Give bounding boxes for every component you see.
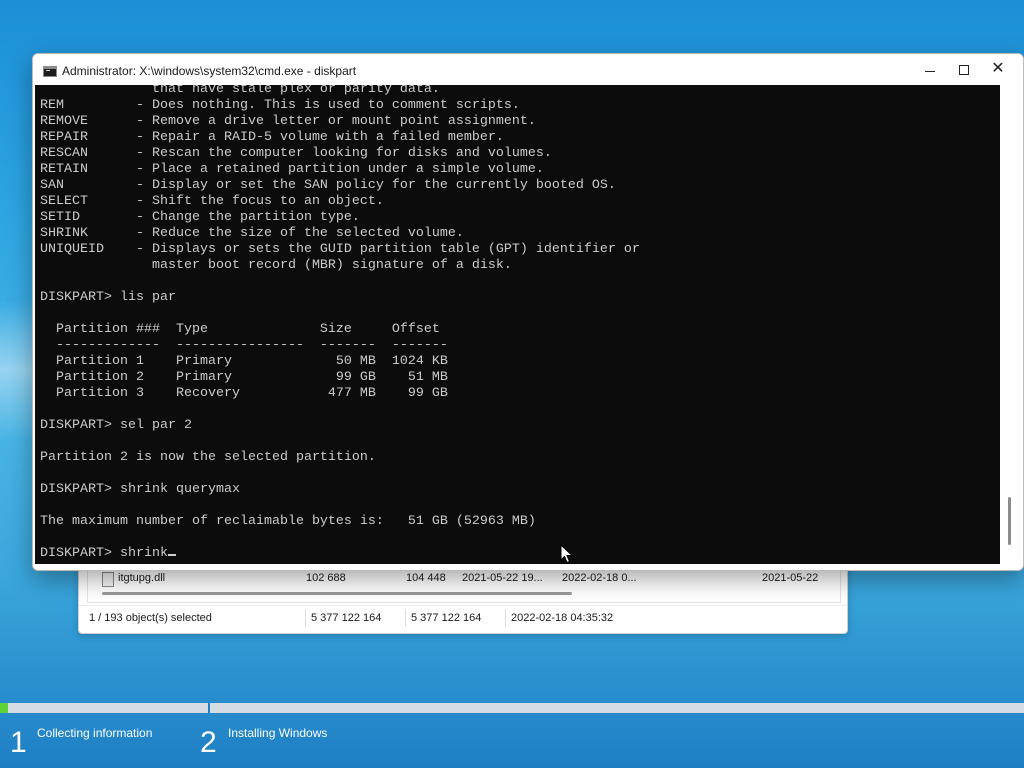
scrollbar-thumb[interactable] (1008, 497, 1011, 545)
progress-fill (0, 703, 8, 713)
setup-progress: 1 Collecting information 2 Installing Wi… (0, 700, 1024, 768)
console-line: master boot record (MBR) signature of a … (151, 258, 512, 273)
close-button[interactable]: ✕ (981, 54, 1015, 85)
file-modified: 2022-02-18 0... (562, 572, 637, 584)
step-number: 2 (200, 726, 217, 759)
console-line: SELECT - Shift the focus to an object. (40, 194, 384, 209)
console-line: DISKPART> lis par (40, 290, 176, 305)
status-size: 5 377 122 164 (311, 612, 382, 624)
vertical-scrollbar[interactable] (1001, 85, 1019, 564)
status-modified: 2022-02-18 04:35:32 (511, 612, 614, 624)
step-label: Installing Windows (228, 726, 328, 740)
status-bar: 1 / 193 object(s) selected 5 377 122 164… (79, 605, 847, 632)
console-line: that have stale plex or parity data. (151, 85, 440, 97)
window-title: Administrator: X:\windows\system32\cmd.e… (62, 64, 357, 78)
status-selection: 1 / 193 object(s) selected (89, 612, 212, 624)
console-line: ------------- ---------------- ------- -… (55, 338, 448, 353)
progress-step-divider (208, 703, 210, 713)
console-text: that have stale plex or parity data. REM… (40, 85, 640, 562)
status-divider (505, 609, 506, 627)
console-history: that have stale plex or parity data. REM… (40, 85, 640, 529)
console-line: SAN - Display or set the SAN policy for … (40, 178, 616, 193)
file-row[interactable]: itgtupg.dll 102 688 104 448 2021-05-22 1… (88, 572, 840, 588)
title-bar[interactable]: Administrator: X:\windows\system32\cmd.e… (33, 54, 1023, 85)
console-line: REM - Does nothing. This is used to comm… (40, 98, 520, 113)
console-line: The maximum number of reclaimable bytes … (40, 514, 536, 529)
console-line: DISKPART> shrink querymax (40, 482, 240, 497)
mouse-pointer-icon (560, 544, 574, 564)
file-name: itgtupg.dll (118, 572, 166, 584)
console-line: Partition 1 Primary 50 MB 1024 KB (55, 354, 448, 369)
console-line: Partition 2 is now the selected partitio… (40, 450, 376, 465)
console-line: Partition 2 Primary 99 GB 51 MB (55, 370, 448, 385)
minimize-icon (925, 71, 935, 72)
console-line: Partition ### Type Size Offset (55, 322, 440, 337)
close-icon: ✕ (991, 60, 1005, 77)
text-cursor (167, 554, 176, 556)
progress-bar (0, 703, 1024, 713)
file-accessed: 2021-05-22 (762, 572, 819, 584)
dll-file-icon (102, 572, 114, 587)
console-line: REMOVE - Remove a drive letter or mount … (40, 114, 536, 129)
console-line: SETID - Change the partition type. (40, 210, 360, 225)
command-input-line[interactable]: DISKPART> shrink (40, 546, 168, 561)
status-packed: 5 377 122 164 (411, 612, 482, 624)
console-output[interactable]: that have stale plex or parity data. REM… (35, 85, 1000, 564)
horizontal-scrollbar[interactable] (102, 592, 572, 595)
file-created: 2021-05-22 19... (462, 572, 543, 584)
minimize-button[interactable] (913, 54, 947, 85)
console-line: DISKPART> sel par 2 (40, 418, 192, 433)
cmd-window[interactable]: Administrator: X:\windows\system32\cmd.e… (32, 53, 1024, 571)
file-size: 102 688 (306, 572, 346, 584)
console-line: REPAIR - Repair a RAID-5 volume with a f… (40, 130, 504, 145)
step-label: Collecting information (37, 726, 153, 740)
file-packed-size: 104 448 (406, 572, 446, 584)
status-divider (305, 609, 306, 627)
console-line: RETAIN - Place a retained partition unde… (40, 162, 544, 177)
maximize-button[interactable] (947, 54, 981, 85)
console-line: SHRINK - Reduce the size of the selected… (40, 226, 464, 241)
console-line: RESCAN - Rescan the computer looking for… (40, 146, 552, 161)
maximize-icon (959, 65, 969, 75)
step-number: 1 (10, 726, 27, 759)
console-app-icon (43, 66, 57, 77)
console-line: Partition 3 Recovery 477 MB 99 GB (55, 386, 448, 401)
status-divider (405, 609, 406, 627)
console-line: UNIQUEID - Displays or sets the GUID par… (40, 242, 640, 257)
